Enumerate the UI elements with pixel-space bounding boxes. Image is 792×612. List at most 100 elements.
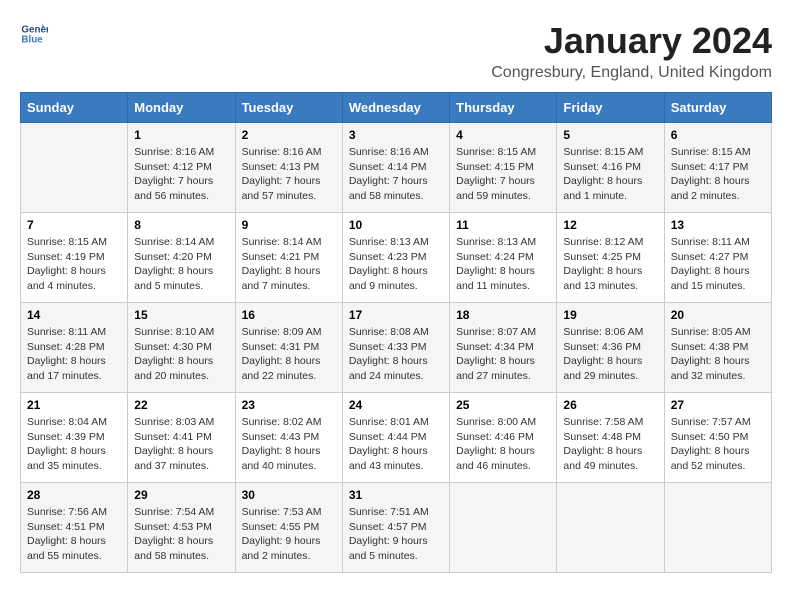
day-info: Sunrise: 8:00 AMSunset: 4:46 PMDaylight:… xyxy=(456,415,550,474)
location-title: Congresbury, England, United Kingdom xyxy=(491,64,772,82)
day-number: 13 xyxy=(671,218,765,232)
svg-text:Blue: Blue xyxy=(21,34,43,45)
calendar-table: SundayMondayTuesdayWednesdayThursdayFrid… xyxy=(20,92,772,573)
day-number: 9 xyxy=(242,218,336,232)
weekday-header-thursday: Thursday xyxy=(450,93,557,123)
day-number: 20 xyxy=(671,308,765,322)
calendar-week-row: 28 Sunrise: 7:56 AMSunset: 4:51 PMDayligh… xyxy=(21,483,772,573)
day-number: 30 xyxy=(242,488,336,502)
calendar-week-row: 21 Sunrise: 8:04 AMSunset: 4:39 PMDayligh… xyxy=(21,393,772,483)
calendar-cell: 2 Sunrise: 8:16 AMSunset: 4:13 PMDaylight… xyxy=(235,123,342,213)
day-number: 12 xyxy=(563,218,657,232)
calendar-cell: 29Sunrise: 7:54 AMSunset: 4:53 PMDayligh… xyxy=(128,483,235,573)
day-info: Sunrise: 8:10 AMSunset: 4:30 PMDaylight:… xyxy=(134,325,228,384)
calendar-cell: 26 Sunrise: 7:58 AMSunset: 4:48 PMDayligh… xyxy=(557,393,664,483)
day-info: Sunrise: 7:58 AMSunset: 4:48 PMDaylight:… xyxy=(563,415,657,474)
day-number: 24 xyxy=(349,398,443,412)
calendar-cell: 11 Sunrise: 8:13 AMSunset: 4:24 PMDayligh… xyxy=(450,213,557,303)
logo: General Blue xyxy=(20,20,48,48)
day-number: 18 xyxy=(456,308,550,322)
day-number: 28 xyxy=(27,488,121,502)
day-info: Sunrise: 8:12 AMSunset: 4:25 PMDaylight:… xyxy=(563,235,657,294)
day-number: 3 xyxy=(349,128,443,142)
day-info: Sunrise: 8:16 AMSunset: 4:12 PMDaylight:… xyxy=(134,145,228,204)
day-info: Sunrise: 8:15 AMSunset: 4:15 PMDaylight:… xyxy=(456,145,550,204)
calendar-cell: 25 Sunrise: 8:00 AMSunset: 4:46 PMDayligh… xyxy=(450,393,557,483)
day-info: Sunrise: 7:56 AMSunset: 4:51 PMDaylight:… xyxy=(27,505,121,564)
calendar-cell: 19Sunrise: 8:06 AMSunset: 4:36 PMDayligh… xyxy=(557,303,664,393)
day-number: 11 xyxy=(456,218,550,232)
day-number: 23 xyxy=(242,398,336,412)
logo-icon: General Blue xyxy=(20,20,48,48)
day-number: 17 xyxy=(349,308,443,322)
calendar-week-row: 1Sunrise: 8:16 AMSunset: 4:12 PMDaylight… xyxy=(21,123,772,213)
day-info: Sunrise: 7:51 AMSunset: 4:57 PMDaylight:… xyxy=(349,505,443,564)
calendar-cell: 28 Sunrise: 7:56 AMSunset: 4:51 PMDayligh… xyxy=(21,483,128,573)
day-info: Sunrise: 7:53 AMSunset: 4:55 PMDaylight:… xyxy=(242,505,336,564)
day-info: Sunrise: 8:05 AMSunset: 4:38 PMDaylight:… xyxy=(671,325,765,384)
day-number: 27 xyxy=(671,398,765,412)
day-info: Sunrise: 8:11 AMSunset: 4:27 PMDaylight:… xyxy=(671,235,765,294)
day-info: Sunrise: 8:11 AMSunset: 4:28 PMDaylight:… xyxy=(27,325,121,384)
calendar-cell: 31 Sunrise: 7:51 AMSunset: 4:57 PMDayligh… xyxy=(342,483,449,573)
day-info: Sunrise: 8:14 AMSunset: 4:20 PMDaylight:… xyxy=(134,235,228,294)
title-section: January 2024 Congresbury, England, Unite… xyxy=(491,20,772,82)
calendar-cell: 7 Sunrise: 8:15 AMSunset: 4:19 PMDaylight… xyxy=(21,213,128,303)
day-number: 2 xyxy=(242,128,336,142)
day-info: Sunrise: 8:01 AMSunset: 4:44 PMDaylight:… xyxy=(349,415,443,474)
calendar-cell: 16Sunrise: 8:09 AMSunset: 4:31 PMDayligh… xyxy=(235,303,342,393)
calendar-cell: 30 Sunrise: 7:53 AMSunset: 4:55 PMDayligh… xyxy=(235,483,342,573)
day-number: 26 xyxy=(563,398,657,412)
day-number: 25 xyxy=(456,398,550,412)
calendar-cell: 5Sunrise: 8:15 AMSunset: 4:16 PMDaylight… xyxy=(557,123,664,213)
day-number: 16 xyxy=(242,308,336,322)
day-number: 31 xyxy=(349,488,443,502)
day-info: Sunrise: 8:08 AMSunset: 4:33 PMDaylight:… xyxy=(349,325,443,384)
day-number: 21 xyxy=(27,398,121,412)
weekday-header-wednesday: Wednesday xyxy=(342,93,449,123)
day-info: Sunrise: 8:15 AMSunset: 4:17 PMDaylight:… xyxy=(671,145,765,204)
calendar-cell: 3Sunrise: 8:16 AMSunset: 4:14 PMDaylight… xyxy=(342,123,449,213)
calendar-cell: 18 Sunrise: 8:07 AMSunset: 4:34 PMDayligh… xyxy=(450,303,557,393)
day-info: Sunrise: 8:13 AMSunset: 4:24 PMDaylight:… xyxy=(456,235,550,294)
day-info: Sunrise: 8:02 AMSunset: 4:43 PMDaylight:… xyxy=(242,415,336,474)
day-info: Sunrise: 8:15 AMSunset: 4:19 PMDaylight:… xyxy=(27,235,121,294)
month-title: January 2024 xyxy=(491,20,772,62)
day-number: 8 xyxy=(134,218,228,232)
calendar-week-row: 14Sunrise: 8:11 AMSunset: 4:28 PMDayligh… xyxy=(21,303,772,393)
weekday-header-row: SundayMondayTuesdayWednesdayThursdayFrid… xyxy=(21,93,772,123)
day-number: 15 xyxy=(134,308,228,322)
day-info: Sunrise: 7:57 AMSunset: 4:50 PMDaylight:… xyxy=(671,415,765,474)
calendar-cell: 1Sunrise: 8:16 AMSunset: 4:12 PMDaylight… xyxy=(128,123,235,213)
calendar-cell xyxy=(21,123,128,213)
calendar-cell: 20 Sunrise: 8:05 AMSunset: 4:38 PMDayligh… xyxy=(664,303,771,393)
day-number: 19 xyxy=(563,308,657,322)
calendar-cell: 15 Sunrise: 8:10 AMSunset: 4:30 PMDayligh… xyxy=(128,303,235,393)
day-info: Sunrise: 7:54 AMSunset: 4:53 PMDaylight:… xyxy=(134,505,228,564)
page-header: General Blue January 2024 Congresbury, E… xyxy=(20,20,772,82)
calendar-cell: 14Sunrise: 8:11 AMSunset: 4:28 PMDayligh… xyxy=(21,303,128,393)
calendar-cell xyxy=(450,483,557,573)
calendar-cell: 6Sunrise: 8:15 AMSunset: 4:17 PMDaylight… xyxy=(664,123,771,213)
calendar-cell: 17 Sunrise: 8:08 AMSunset: 4:33 PMDayligh… xyxy=(342,303,449,393)
day-number: 22 xyxy=(134,398,228,412)
day-number: 10 xyxy=(349,218,443,232)
calendar-cell: 27 Sunrise: 7:57 AMSunset: 4:50 PMDayligh… xyxy=(664,393,771,483)
day-number: 7 xyxy=(27,218,121,232)
calendar-cell: 22 Sunrise: 8:03 AMSunset: 4:41 PMDayligh… xyxy=(128,393,235,483)
day-info: Sunrise: 8:07 AMSunset: 4:34 PMDaylight:… xyxy=(456,325,550,384)
weekday-header-tuesday: Tuesday xyxy=(235,93,342,123)
calendar-cell: 10 Sunrise: 8:13 AMSunset: 4:23 PMDayligh… xyxy=(342,213,449,303)
day-info: Sunrise: 8:04 AMSunset: 4:39 PMDaylight:… xyxy=(27,415,121,474)
day-info: Sunrise: 8:13 AMSunset: 4:23 PMDaylight:… xyxy=(349,235,443,294)
calendar-cell: 21 Sunrise: 8:04 AMSunset: 4:39 PMDayligh… xyxy=(21,393,128,483)
day-info: Sunrise: 8:03 AMSunset: 4:41 PMDaylight:… xyxy=(134,415,228,474)
day-number: 5 xyxy=(563,128,657,142)
calendar-cell: 23 Sunrise: 8:02 AMSunset: 4:43 PMDayligh… xyxy=(235,393,342,483)
day-info: Sunrise: 8:14 AMSunset: 4:21 PMDaylight:… xyxy=(242,235,336,294)
calendar-cell: 24 Sunrise: 8:01 AMSunset: 4:44 PMDayligh… xyxy=(342,393,449,483)
calendar-cell: 13 Sunrise: 8:11 AMSunset: 4:27 PMDayligh… xyxy=(664,213,771,303)
weekday-header-friday: Friday xyxy=(557,93,664,123)
day-info: Sunrise: 8:16 AMSunset: 4:13 PMDaylight:… xyxy=(242,145,336,204)
calendar-cell: 8 Sunrise: 8:14 AMSunset: 4:20 PMDaylight… xyxy=(128,213,235,303)
